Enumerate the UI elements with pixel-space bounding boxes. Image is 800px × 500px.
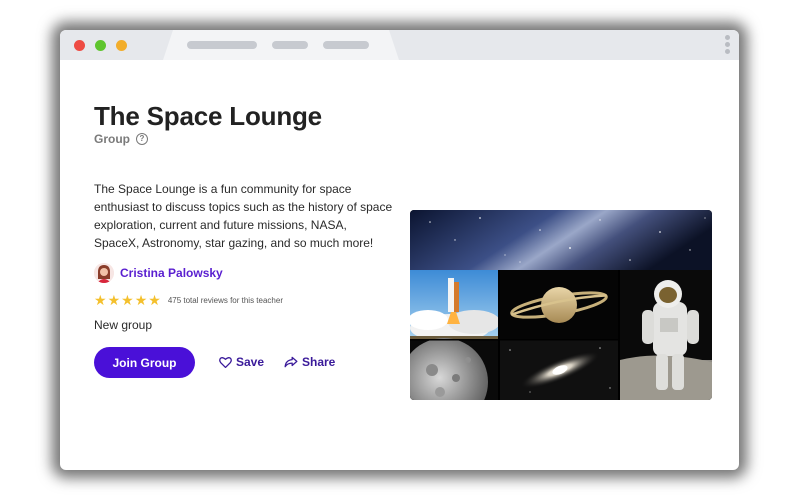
browser-window: The Space Lounge Group ? The Space Loung… [60,30,739,470]
star-icon: ★ [94,292,107,308]
rating-stars: ★ ★ ★ ★ ★ [94,293,162,307]
heart-icon [219,357,232,368]
group-cover-image [410,210,712,400]
star-icon: ★ [107,292,121,308]
share-arrow-icon [284,356,298,368]
question-circle-icon[interactable]: ? [136,133,148,145]
rating: ★ ★ ★ ★ ★ 475 total reviews for this tea… [94,293,283,307]
avatar [94,263,114,283]
kebab-menu-icon[interactable] [725,35,731,55]
teacher-info[interactable]: Cristina Palowsky [94,263,223,283]
status-text: New group [94,318,153,332]
star-icon: ★ [134,292,148,308]
browser-tab[interactable] [163,30,399,60]
group-page: The Space Lounge Group ? The Space Loung… [60,60,739,470]
minimize-window-dot[interactable] [95,40,106,51]
group-description: The Space Lounge is a fun community for … [94,182,393,250]
group-type-label: Group ? [94,132,148,146]
reviews-count: 475 total reviews for this teacher [167,295,283,305]
maximize-window-dot[interactable] [116,40,127,51]
star-icon: ★ [121,292,134,308]
browser-chrome [60,30,739,60]
join-group-button[interactable]: Join Group [94,347,195,378]
star-icon: ★ [148,292,161,308]
close-window-dot[interactable] [74,40,85,51]
share-button[interactable]: Share [284,355,335,369]
teacher-name-link[interactable]: Cristina Palowsky [120,266,223,280]
save-button[interactable]: Save [219,355,264,369]
page-title: The Space Lounge [94,101,322,131]
